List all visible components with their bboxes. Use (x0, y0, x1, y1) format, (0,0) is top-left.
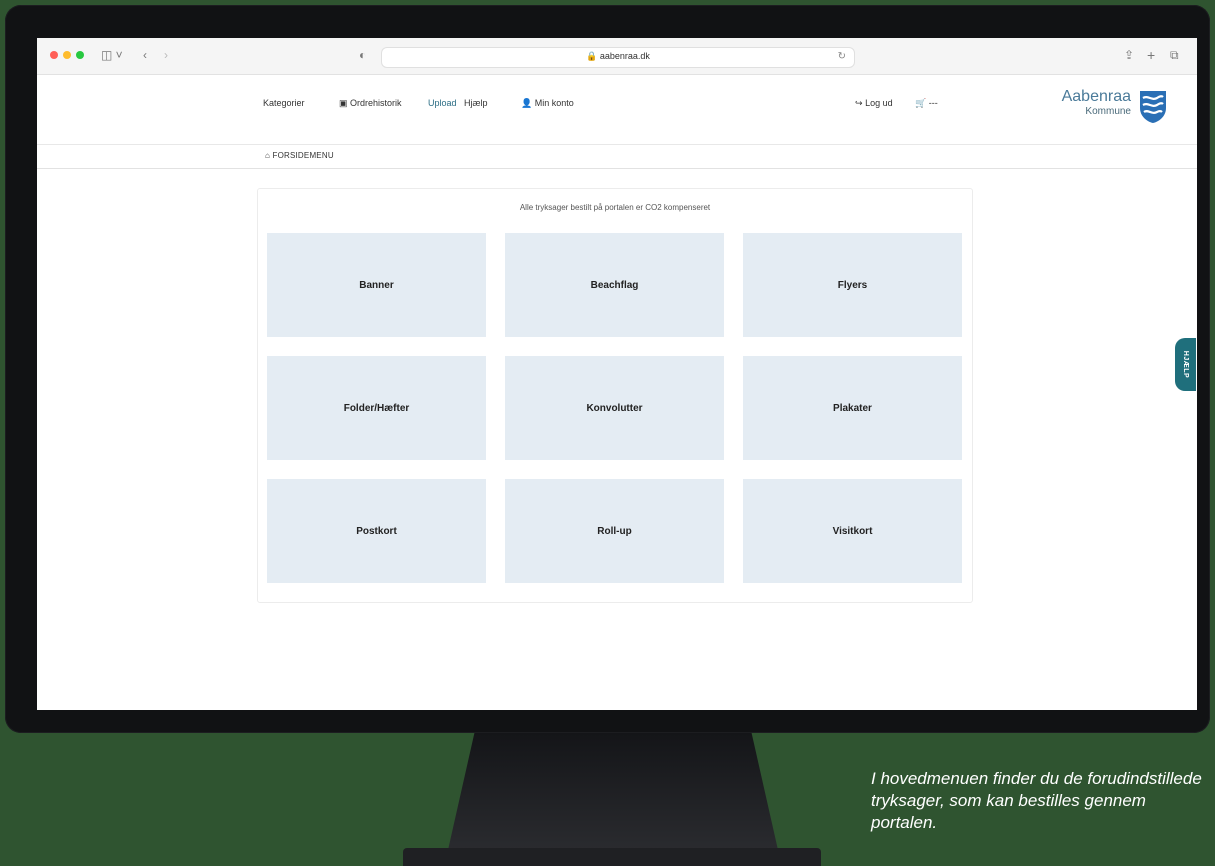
monitor-stand-neck (448, 733, 778, 850)
reload-icon[interactable]: ↻ (838, 51, 846, 62)
tile-flyers[interactable]: Flyers (743, 233, 962, 337)
tile-banner[interactable]: Banner (267, 233, 486, 337)
lock-icon: 🔒 (586, 51, 598, 61)
help-tab[interactable]: HJÆLP (1175, 338, 1196, 391)
caption-text: I hovedmenuen finder du de forudindstill… (871, 769, 1202, 832)
nav-account[interactable]: 👤 Min konto (521, 98, 574, 109)
tile-plakater[interactable]: Plakater (743, 356, 962, 460)
nav-help[interactable]: Hjælp (464, 98, 488, 108)
cart-icon: 🛒 (915, 98, 927, 108)
cart-link[interactable]: 🛒 --- (915, 98, 938, 109)
minimize-window-button[interactable] (63, 51, 71, 59)
sidebar-toggle-icon[interactable]: ◫ ˅ (101, 47, 123, 63)
breadcrumb[interactable]: ⌂ FORSIDEMENU (265, 151, 334, 160)
url-text: 🔒 aabenraa.dk (586, 51, 650, 61)
share-icon[interactable]: ⇪ (1124, 47, 1134, 63)
logo-name: Aabenraa (1061, 88, 1131, 105)
logo[interactable]: Aabenraa Kommune (1062, 89, 1131, 117)
site-header: Kategorier ▣ Ordrehistorik Upload Hjælp … (37, 75, 1197, 145)
product-panel: Alle tryksager bestilt på portalen er CO… (257, 188, 973, 603)
browser-window: ◫ ˅ ‹ › ◐ 🔒 aabenraa.dk ↻ ⇪ + ⧉ Kategori… (37, 38, 1197, 710)
home-icon: ⌂ (265, 151, 271, 160)
logout-link[interactable]: ↪ Log ud (855, 98, 893, 109)
crest-icon (1140, 91, 1166, 123)
new-tab-icon[interactable]: + (1147, 47, 1155, 63)
tile-folder-haefter[interactable]: Folder/Hæfter (267, 356, 486, 460)
nav-order-history[interactable]: ▣ Ordrehistorik (339, 98, 402, 109)
tile-postkort[interactable]: Postkort (267, 479, 486, 583)
tile-visitkort[interactable]: Visitkort (743, 479, 962, 583)
breadcrumb-bar: ⌂ FORSIDEMENU (37, 145, 1197, 169)
user-icon: 👤 (521, 98, 533, 108)
tile-konvolutter[interactable]: Konvolutter (505, 356, 724, 460)
logo-subname: Kommune (1085, 106, 1131, 117)
nav-upload[interactable]: Upload (428, 98, 457, 108)
order-history-icon: ▣ (339, 98, 348, 108)
help-tab-label: HJÆLP (1182, 350, 1189, 379)
tile-roll-up[interactable]: Roll-up (505, 479, 724, 583)
zoom-window-button[interactable] (76, 51, 84, 59)
browser-toolbar: ◫ ˅ ‹ › ◐ 🔒 aabenraa.dk ↻ ⇪ + ⧉ (37, 38, 1197, 75)
monitor-frame: ◫ ˅ ‹ › ◐ 🔒 aabenraa.dk ↻ ⇪ + ⧉ Kategori… (5, 5, 1210, 733)
forward-icon[interactable]: › (164, 47, 168, 63)
tab-overview-icon[interactable]: ⧉ (1170, 47, 1179, 63)
address-bar[interactable]: 🔒 aabenraa.dk ↻ (381, 47, 855, 68)
back-icon[interactable]: ‹ (143, 47, 147, 63)
logout-icon: ↪ (855, 98, 863, 108)
tile-beachflag[interactable]: Beachflag (505, 233, 724, 337)
nav-categories[interactable]: Kategorier (263, 98, 305, 108)
co2-notice: Alle tryksager bestilt på portalen er CO… (519, 203, 711, 212)
privacy-shield-icon[interactable]: ◐ (359, 47, 366, 63)
monitor-stand-base (403, 848, 821, 866)
close-window-button[interactable] (50, 51, 58, 59)
